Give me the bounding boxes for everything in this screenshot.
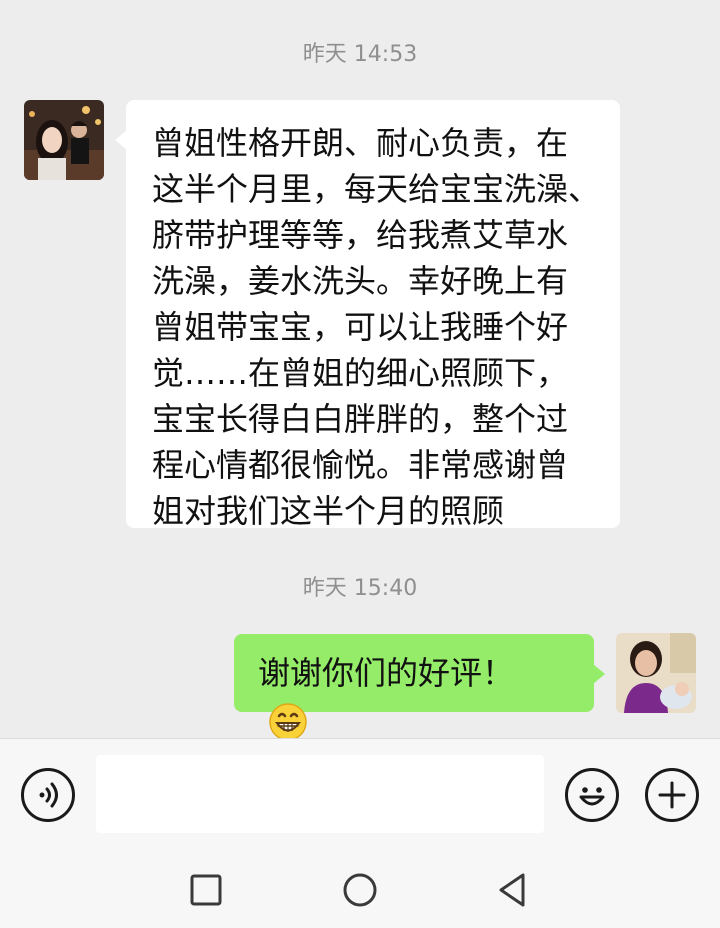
timestamp-2: 昨天 15:40	[302, 576, 418, 601]
message-line: 洗澡，姜水洗头。幸好晚上有	[152, 262, 569, 300]
message-line: 姐对我们这半个月的照顾	[152, 492, 505, 530]
chat-area: 昨天 14:53 曾姐性格开朗、耐心负责，在 这半个月里，每天给宝宝洗澡、 脐带…	[0, 0, 720, 741]
input-bar	[0, 738, 720, 850]
triangle-icon	[499, 873, 525, 907]
contact-avatar[interactable]	[24, 100, 104, 180]
message-line: 宝宝长得白白胖胖的，整个过	[152, 400, 569, 438]
recent-apps-button[interactable]	[186, 870, 226, 914]
voice-icon	[39, 782, 58, 808]
voice-button[interactable]	[21, 768, 75, 822]
sent-message-text: 谢谢你们的好评！	[258, 654, 515, 692]
message-line: 这半个月里，每天给宝宝洗澡、	[152, 170, 601, 208]
back-button[interactable]	[492, 870, 532, 914]
message-line: 曾姐性格开朗、耐心负责，在	[152, 124, 569, 162]
grinning-emoji-icon	[268, 702, 308, 742]
bubble-tail	[593, 664, 605, 684]
received-message-bubble[interactable]: 曾姐性格开朗、耐心负责，在 这半个月里，每天给宝宝洗澡、 脐带护理等等，给我煮艾…	[115, 100, 620, 530]
timestamp-1: 昨天 14:53	[302, 42, 418, 67]
sent-message-bubble[interactable]: 谢谢你们的好评！	[234, 634, 605, 741]
bubble-tail	[115, 130, 127, 150]
my-avatar[interactable]	[616, 633, 696, 713]
message-line: 觉……在曾姐的细心照顾下，	[152, 354, 569, 392]
emoji-icon	[579, 787, 605, 806]
home-button[interactable]	[340, 870, 380, 914]
circle-icon	[343, 873, 377, 907]
square-icon	[190, 874, 222, 906]
message-line: 曾姐带宝宝，可以让我睡个好	[152, 308, 569, 346]
message-line: 程心情都很愉悦。非常感谢曾	[152, 446, 569, 484]
message-line: 脐带护理等等，给我煮艾草水	[152, 216, 569, 254]
system-nav-bar	[0, 850, 720, 928]
message-input[interactable]	[96, 755, 544, 833]
plus-icon	[658, 781, 686, 809]
emoji-button[interactable]	[565, 768, 619, 822]
add-button[interactable]	[645, 768, 699, 822]
